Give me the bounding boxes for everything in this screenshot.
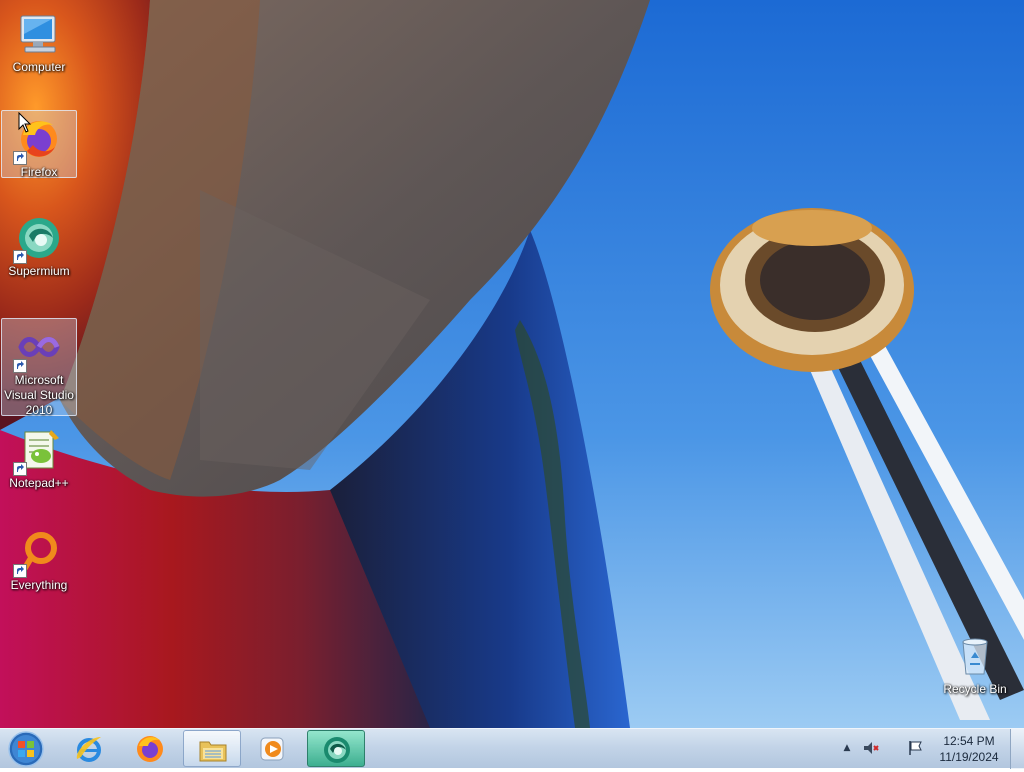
shortcut-arrow-icon [13, 151, 27, 165]
desktop-icon-computer[interactable]: Computer [1, 6, 77, 75]
action-center-button[interactable] [906, 739, 924, 757]
mouse-cursor-icon [18, 112, 32, 133]
desktop-icon-notepad-plus-plus[interactable]: Notepad++ [1, 422, 77, 491]
desktop-icon-label: Everything [10, 578, 68, 592]
desktop-icon-recycle-bin[interactable]: Recycle Bin [937, 628, 1013, 697]
desktop-icon-firefox[interactable]: Firefox [1, 110, 77, 179]
desktop-icon-label: Supermium [8, 264, 70, 278]
desktop-icon-visual-studio[interactable]: Microsoft Visual Studio 2010 [1, 318, 77, 417]
taskbar-media-player[interactable] [244, 730, 302, 767]
volume-muted-icon [864, 742, 879, 754]
volume-button[interactable] [862, 739, 880, 757]
clock-time: 12:54 PM [943, 734, 995, 748]
firefox-icon [137, 736, 163, 762]
shortcut-arrow-icon [13, 250, 27, 264]
shortcut-arrow-icon [13, 462, 27, 476]
desktop-icon-label: Computer [12, 60, 66, 74]
show-hidden-icons-button[interactable]: ▲ [838, 739, 856, 757]
desktop-icon-label: Notepad++ [9, 476, 69, 490]
internet-explorer-icon [76, 737, 101, 762]
desktop-icon-label: Recycle Bin [943, 682, 1007, 696]
everything-search-icon [13, 528, 63, 578]
taskbar: ▲ 12:54 PM 11/19/2024 [0, 728, 1024, 769]
shortcut-arrow-icon [13, 359, 27, 373]
clock-date: 11/19/2024 [939, 750, 999, 764]
show-desktop-button[interactable] [1010, 729, 1024, 769]
chevron-up-icon: ▲ [843, 743, 851, 753]
taskbar-windows-explorer[interactable] [183, 730, 241, 767]
visual-studio-icon [13, 323, 63, 373]
desktop-icon-label: Firefox [20, 165, 58, 179]
wallpaper-image [0, 0, 1024, 728]
desktop[interactable]: Computer Firefox Supermium Microsoft Vis… [0, 0, 1024, 728]
desktop-icon-label: Microsoft Visual Studio 2010 [4, 373, 74, 417]
supermium-icon [324, 737, 350, 763]
taskbar-internet-explorer[interactable] [60, 730, 118, 767]
computer-icon [15, 10, 63, 58]
system-tray: ▲ 12:54 PM 11/19/2024 [834, 729, 1024, 769]
desktop-icon-everything[interactable]: Everything [1, 524, 77, 593]
taskbar-firefox[interactable] [121, 730, 179, 767]
clock[interactable]: 12:54 PM 11/19/2024 [934, 733, 1004, 765]
media-player-icon [260, 737, 284, 761]
notepad-plus-plus-icon [13, 426, 63, 476]
flag-icon [909, 741, 922, 755]
taskbar-supermium[interactable] [307, 730, 365, 767]
shortcut-arrow-icon [13, 564, 27, 578]
desktop-icon-supermium[interactable]: Supermium [1, 210, 77, 279]
recycle-bin-icon [951, 632, 999, 680]
supermium-icon [13, 214, 63, 264]
folder-icon [199, 741, 227, 762]
start-button[interactable] [4, 730, 48, 768]
windows-logo-icon [8, 731, 44, 767]
